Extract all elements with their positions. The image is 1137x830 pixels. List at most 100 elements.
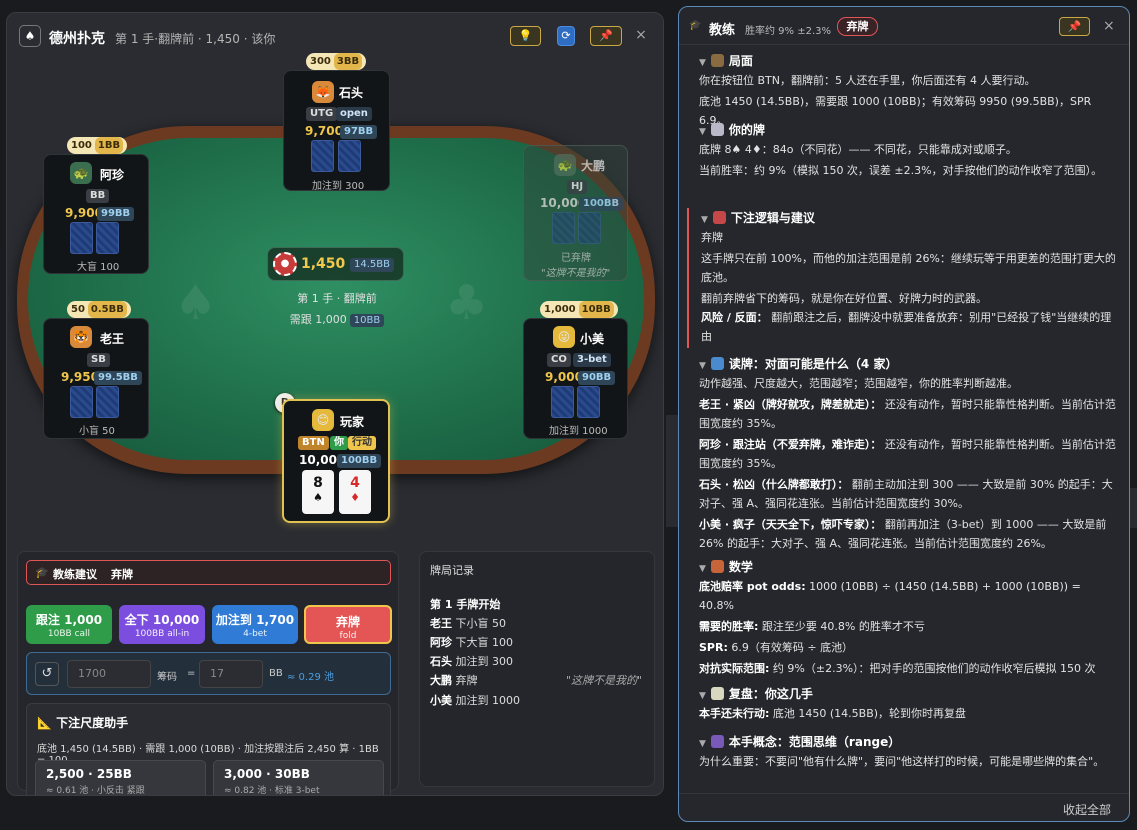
player-name: 大鹏 xyxy=(581,159,606,173)
position-badge: BB xyxy=(86,189,110,203)
concept-line: 为什么重要：不要问"他有什么牌"，要问"他这样打的时候，可能是哪些牌的集合"。 xyxy=(699,755,1105,768)
read-item: 石头 · 松凶（什么牌都敢打）： 翻前主动加注到 300 —— 大致是前 30%… xyxy=(699,478,1113,510)
compass-icon xyxy=(710,54,724,67)
logic-verdict: 弃牌 xyxy=(701,231,723,244)
section-header[interactable]: ▼ 读牌：对面可能是什么（4 家） xyxy=(699,354,1119,374)
log-quote: "这牌不是我的" xyxy=(566,674,643,687)
raise-button[interactable]: 加注到 1,700 4-bet xyxy=(212,605,298,644)
spade-watermark-icon: ♠ xyxy=(174,275,218,331)
player-name: 阿珍 xyxy=(100,168,125,182)
last-action: 小盲 50 xyxy=(79,426,115,437)
fold-button[interactable]: 弃牌 fold xyxy=(304,605,392,644)
bet-chip-azhen: 100 1BB xyxy=(67,137,128,154)
win-rate: 胜率约 9% ±2.3% xyxy=(745,26,832,37)
logic-line: 这手牌只在前 100%，而他的加注范围是前 26%：继续玩等于用更差的范围打更大… xyxy=(701,252,1116,284)
size-option[interactable]: 2,500 · 25BB ≈ 0.61 池 · 小反击 紧跟 xyxy=(35,760,206,795)
card-back xyxy=(96,222,119,254)
chips-unit-label: 筹码 xyxy=(157,672,177,683)
stack-bb-badge: 99BB xyxy=(97,207,135,221)
math-item: 底池赔率 pot odds: 1000 (10BB) ÷ (1450 (14.5… xyxy=(699,580,1081,612)
section-header[interactable]: ▼ 下注逻辑与建议 xyxy=(701,208,1119,228)
math-item: 需要的胜率: 跟注至少要 40.8% 的胜率才不亏 xyxy=(699,620,925,633)
coach-title: 教练 xyxy=(709,23,736,38)
card-back xyxy=(578,212,601,244)
position-badge: BTN xyxy=(298,436,329,450)
section-review: ▼ 复盘：你这几手 本手还未行动: 底池 1450 (14.5BB)，轮到你时再复… xyxy=(687,684,1119,723)
card-back xyxy=(311,140,334,172)
action-panel: 🎓 教练建议 弃牌 跟注 1,000 10BB call 全下 10,000 100… xyxy=(17,551,399,795)
smile-avatar-icon: 😊 xyxy=(312,409,334,431)
crazy-face-avatar-icon: 😜 xyxy=(553,326,575,348)
coach-header: 🎓 教练 胜率约 9% ±2.3% 弃牌 📌 × xyxy=(679,7,1129,45)
close-icon: × xyxy=(635,27,647,43)
card-back xyxy=(96,386,119,418)
magnifier-icon xyxy=(710,357,724,370)
last-action: 加注到 1000 xyxy=(549,426,608,437)
seat-dapeng[interactable]: 🐢 大鹏 HJ 10,000 100BB 已弃牌 "这牌不是我的" xyxy=(523,145,628,281)
seat-laowang[interactable]: 🐯 老王 SB 9,950 99.5BB 小盲 50 xyxy=(43,318,149,439)
stack-bb-badge: 99.5BB xyxy=(94,371,142,385)
section-header[interactable]: ▼ 数学 xyxy=(699,557,1119,577)
chip-icon: ● xyxy=(273,252,297,276)
coach-footer: 收起全部 xyxy=(679,793,1129,821)
section-header[interactable]: ▼ 你的牌 xyxy=(699,120,1119,140)
abacus-icon xyxy=(710,560,724,573)
close-button[interactable]: × xyxy=(1103,18,1115,34)
lightbulb-icon: 💡 xyxy=(518,29,533,42)
bet-chip-shitou: 300 3BB xyxy=(306,53,367,70)
size-option[interactable]: 3,000 · 30BB ≈ 0.82 池 · 标准 3-bet xyxy=(213,760,384,795)
section-situation: ▼ 局面 你在按钮位 BTN，翻牌前：5 人还在手里，你后面还有 4 人要行动。 … xyxy=(687,51,1119,130)
all-in-button[interactable]: 全下 10,000 100BB all-in xyxy=(119,605,205,644)
close-button[interactable]: × xyxy=(633,26,649,46)
situation-line: 你在按钮位 BTN，翻牌前：5 人还在手里，你后面还有 4 人要行动。 xyxy=(699,74,1036,87)
player-name: 石头 xyxy=(339,86,364,100)
read-item: 老王 · 紧凶（牌好就攻，牌差就走）： 还没有动作，暂时只能靠性格判断。当前估计… xyxy=(699,398,1116,430)
pin-button[interactable]: 📌 xyxy=(1059,17,1090,36)
pot-display: ● 1,450 14.5BB xyxy=(267,247,404,281)
sizer-title: 📐 下注尺度助手 xyxy=(37,716,129,730)
refresh-icon: ⟳ xyxy=(561,29,571,42)
bet-sizing-helper: 📐 下注尺度助手 底池 1,450 (14.5BB) · 需跟 1,000 (1… xyxy=(26,703,391,795)
pin-button[interactable]: 📌 xyxy=(590,26,622,46)
pin-icon: 📌 xyxy=(1067,20,1082,33)
chevron-down-icon: ▼ xyxy=(699,127,706,137)
collapse-all-button[interactable]: 收起全部 xyxy=(1063,801,1111,818)
seat-xiaomei[interactable]: 😜 小美 CO 3-bet 9,000 90BB 加注到 1000 xyxy=(523,318,628,439)
call-button[interactable]: 跟注 1,000 10BB call xyxy=(26,605,112,644)
log-entry: 阿珍 下大盲 100 xyxy=(430,636,513,649)
spade-logo-icon: ♠ xyxy=(19,25,41,47)
memo-icon xyxy=(710,687,724,700)
card-back xyxy=(552,212,575,244)
section-header[interactable]: ▼ 本手概念：范围思维（range） xyxy=(699,732,1119,752)
to-call-label: 需跟 1,000 10BB xyxy=(277,311,397,327)
reads-intro: 动作越强、尺度越大，范围越窄；范围越窄，你的胜率判断越准。 xyxy=(699,377,1018,390)
game-title: 德州扑克 xyxy=(49,31,105,47)
raise-bb-input[interactable]: 17 xyxy=(199,660,263,688)
refresh-button[interactable]: ⟳ xyxy=(557,26,575,46)
seat-hero: 😊 玩家 BTN 你 行动 10,000 100BB 8 ♠ 4 ♦ xyxy=(282,399,390,523)
spade-suit-icon: ♠ xyxy=(313,491,323,504)
chip-count: 9,700 xyxy=(305,124,343,138)
pin-icon: 📌 xyxy=(599,29,613,42)
bet-chip-xiaomei: 1,000 10BB xyxy=(540,301,618,318)
raise-amount-input[interactable]: 1700 xyxy=(67,660,151,688)
position-badge: SB xyxy=(87,353,110,367)
reset-button[interactable]: ↺ xyxy=(35,662,59,686)
section-header[interactable]: ▼ 局面 xyxy=(699,51,1119,71)
log-title: 牌局记录 xyxy=(430,564,474,577)
you-badge: 你 xyxy=(330,436,348,450)
seat-shitou[interactable]: 🦊 石头 UTG open 9,700 97BB 加注到 300 xyxy=(283,70,390,192)
chevron-down-icon: ▼ xyxy=(699,739,706,749)
last-action: 加注到 300 xyxy=(312,181,365,192)
hint-button[interactable]: 💡 xyxy=(510,26,541,46)
math-item: SPR: 6.9（有效筹码 ÷ 底池） xyxy=(699,641,854,654)
section-header[interactable]: ▼ 复盘：你这几手 xyxy=(699,684,1119,704)
coach-advice-bar: 🎓 教练建议 弃牌 xyxy=(26,560,391,585)
section-logic: ▼ 下注逻辑与建议 弃牌 这手牌只在前 100%，而他的加注范围是前 26%：继续… xyxy=(687,208,1119,348)
cards-icon xyxy=(710,123,724,136)
seat-azhen[interactable]: 🐢 阿珍 BB 9,900 99BB 大盲 100 xyxy=(43,154,149,274)
stack-bb-badge: 97BB xyxy=(340,125,378,139)
tiger-avatar-icon: 🐯 xyxy=(70,326,92,348)
position-badge: CO xyxy=(547,353,571,367)
section-reads: ▼ 读牌：对面可能是什么（4 家） 动作越强、尺度越大，范围越窄；范围越窄，你的胜… xyxy=(687,354,1119,553)
